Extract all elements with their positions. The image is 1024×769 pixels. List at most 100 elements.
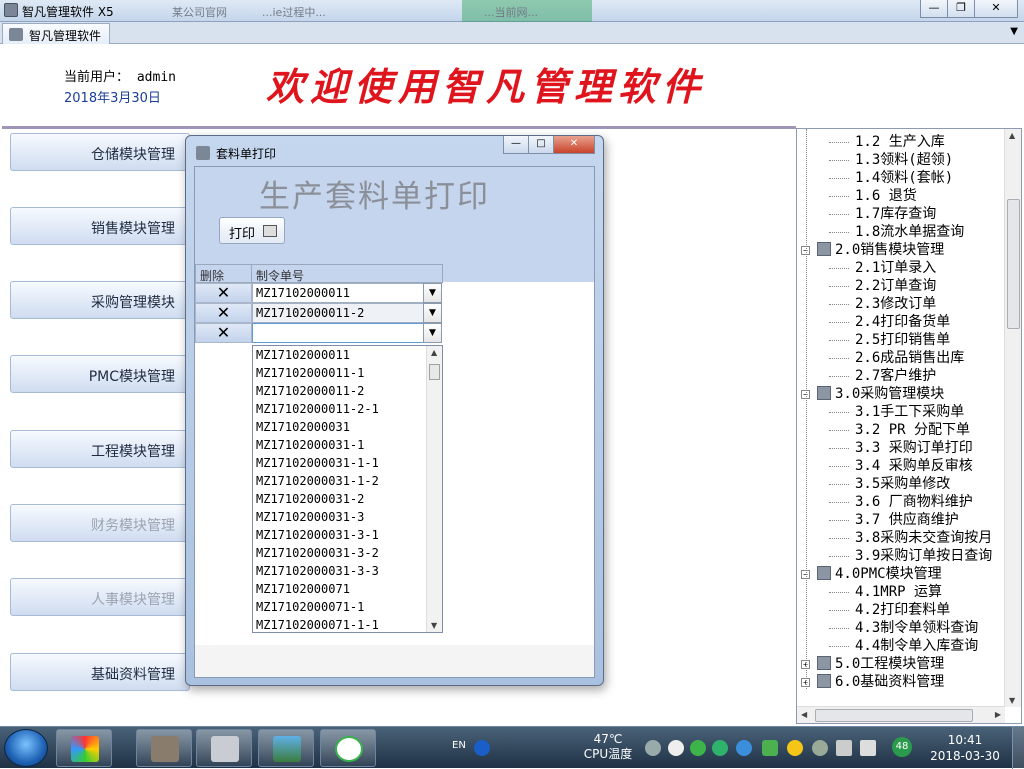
tree-group[interactable]: 5.0工程模块管理 <box>817 655 944 673</box>
print-button[interactable]: 打印 <box>219 217 285 244</box>
taskbar-app-photos[interactable] <box>258 729 314 767</box>
order-no-combobox[interactable]: MZ17102000011-2 <box>252 303 442 323</box>
module-button-sales[interactable]: 销售模块管理 <box>10 207 190 245</box>
module-button-purchase[interactable]: 采购管理模块 <box>10 281 190 319</box>
order-dropdown-list[interactable]: MZ17102000011 MZ17102000011-1 MZ1710200001… <box>252 345 443 633</box>
module-button-hr[interactable]: 人事模块管理 <box>10 578 190 616</box>
background-tab[interactable]: 某公司官网 <box>150 0 250 22</box>
tree-item[interactable]: 3.7 供应商维护 <box>829 511 959 529</box>
help-icon[interactable] <box>474 740 490 756</box>
taskbar-app-wechat[interactable] <box>320 729 376 767</box>
dropdown-option[interactable]: MZ17102000011 <box>256 346 350 364</box>
tree-vertical-scrollbar[interactable]: ▲ ▼ <box>1004 129 1021 707</box>
scroll-thumb[interactable] <box>429 364 440 380</box>
dialog-close-button[interactable]: ✕ <box>553 136 595 154</box>
volume-badge[interactable]: 48 <box>892 737 912 757</box>
clipboard-icon[interactable] <box>668 740 684 756</box>
dialog-minimize-button[interactable]: — <box>503 136 529 154</box>
tree-item[interactable]: 3.2 PR 分配下单 <box>829 421 970 439</box>
scroll-up-icon[interactable]: ▲ <box>431 348 437 357</box>
tree-item[interactable]: 2.4打印备货单 <box>829 313 950 331</box>
tree-item[interactable]: 4.3制令单领料查询 <box>829 619 978 637</box>
tree-item[interactable]: 2.6成品销售出库 <box>829 349 964 367</box>
green-app-icon[interactable] <box>690 740 706 756</box>
start-button[interactable] <box>4 729 48 767</box>
chevron-down-icon[interactable]: ▼ <box>423 303 442 323</box>
tree-item[interactable]: 2.1订单录入 <box>829 259 936 277</box>
module-button-engineering[interactable]: 工程模块管理 <box>10 430 190 468</box>
tree-item[interactable]: 1.3领料(超领) <box>829 151 953 169</box>
action-center-icon[interactable] <box>836 740 852 756</box>
cpu-temperature[interactable]: 47℃ CPU温度 <box>580 732 636 762</box>
module-button-basic-data[interactable]: 基础资料管理 <box>10 653 190 691</box>
tree-group[interactable]: 3.0采购管理模块 <box>817 385 944 403</box>
scroll-down-icon[interactable]: ▼ <box>1009 696 1015 705</box>
order-no-combobox[interactable] <box>252 323 442 343</box>
chevron-down-icon[interactable]: ▼ <box>423 323 442 343</box>
tree-group[interactable]: 4.0PMC模块管理 <box>817 565 942 583</box>
delete-row-icon[interactable]: ✕ <box>195 283 252 303</box>
dropdown-option[interactable]: MZ17102000071 <box>256 580 350 598</box>
tree-item[interactable]: 4.1MRP 运算 <box>829 583 942 601</box>
tree-item[interactable]: 3.5采购单修改 <box>829 475 950 493</box>
module-button-pmc[interactable]: PMC模块管理 <box>10 355 190 393</box>
dropdown-option[interactable]: MZ17102000031-3-3 <box>256 562 379 580</box>
tree-group[interactable]: 2.0销售模块管理 <box>817 241 944 259</box>
dropdown-option[interactable]: MZ17102000071-1-1 <box>256 616 379 632</box>
tree-item[interactable]: 2.3修改订单 <box>829 295 936 313</box>
scroll-left-icon[interactable]: ◀ <box>801 710 807 719</box>
delete-row-icon[interactable]: ✕ <box>195 323 252 343</box>
360-icon[interactable] <box>712 740 728 756</box>
dropdown-option[interactable]: MZ17102000031-3 <box>256 508 364 526</box>
tree-item[interactable]: 1.8流水单据查询 <box>829 223 964 241</box>
background-tab[interactable]: ...ie过程中... <box>240 0 440 22</box>
input-language[interactable]: EN <box>452 740 466 751</box>
tree-item[interactable]: 2.5打印销售单 <box>829 331 950 349</box>
scroll-right-icon[interactable]: ▶ <box>995 710 1001 719</box>
tree-item[interactable]: 3.4 采购单反审核 <box>829 457 973 475</box>
volume-icon[interactable] <box>860 740 876 756</box>
show-desktop-button[interactable] <box>1012 727 1024 769</box>
dropdown-option[interactable]: MZ17102000031-1 <box>256 436 364 454</box>
dropdown-option[interactable]: MZ17102000031-3-2 <box>256 544 379 562</box>
dropdown-option[interactable]: MZ17102000031-3-1 <box>256 526 379 544</box>
scroll-thumb[interactable] <box>815 709 973 722</box>
dropdown-option[interactable]: MZ17102000031-1-2 <box>256 472 379 490</box>
dropdown-option[interactable]: MZ17102000031-1-1 <box>256 454 379 472</box>
tree-horizontal-scrollbar[interactable]: ◀ ▶ <box>797 706 1005 723</box>
tree-item[interactable]: 4.4制令单入库查询 <box>829 637 978 655</box>
dropdown-option[interactable]: MZ17102000011-2-1 <box>256 400 379 418</box>
system-tool-icon[interactable] <box>812 740 828 756</box>
chevron-down-icon[interactable]: ▼ <box>423 283 442 303</box>
tab-menu-arrow-icon[interactable]: ▼ <box>1010 26 1018 37</box>
tree-item[interactable]: 3.6 厂商物料维护 <box>829 493 973 511</box>
tree-item[interactable]: 3.1手工下采购单 <box>829 403 964 421</box>
taskbar-app-fax[interactable] <box>196 729 252 767</box>
tree-item[interactable]: 3.9采购订单按日查询 <box>829 547 992 565</box>
update-icon[interactable] <box>787 740 803 756</box>
dropdown-option[interactable]: MZ17102000071-1 <box>256 598 364 616</box>
tree-item[interactable]: 1.6 退货 <box>829 187 917 205</box>
restore-button[interactable]: ❐ <box>947 0 975 18</box>
background-tab[interactable]: ...当前网... <box>462 0 592 22</box>
taskbar-app-zhifan[interactable] <box>136 729 192 767</box>
tree-item[interactable]: 3.8采购未交查询按月 <box>829 529 992 547</box>
scroll-down-icon[interactable]: ▼ <box>431 621 437 630</box>
close-button[interactable]: ✕ <box>974 0 1018 18</box>
tree-item[interactable]: 2.2订单查询 <box>829 277 936 295</box>
dialog-maximize-button[interactable]: □ <box>528 136 554 154</box>
scroll-thumb[interactable] <box>1007 199 1020 329</box>
minimize-button[interactable]: — <box>920 0 948 18</box>
tree-item[interactable]: 1.2 生产入库 <box>829 133 945 151</box>
network-share-icon[interactable] <box>645 740 661 756</box>
dropdown-option[interactable]: MZ17102000011-2 <box>256 382 364 400</box>
security-shield-icon[interactable] <box>762 740 778 756</box>
module-button-warehouse[interactable]: 仓储模块管理 <box>10 133 190 171</box>
order-no-combobox[interactable]: MZ17102000011 <box>252 283 442 303</box>
dropdown-option[interactable]: MZ17102000031-2 <box>256 490 364 508</box>
system-clock[interactable]: 10:41 2018-03-30 <box>928 732 1002 764</box>
tree-item[interactable]: 4.2打印套料单 <box>829 601 950 619</box>
tree-item[interactable]: 3.3 采购订单打印 <box>829 439 973 457</box>
tree-item[interactable]: 2.7客户维护 <box>829 367 936 385</box>
tree-group[interactable]: 6.0基础资料管理 <box>817 673 944 691</box>
